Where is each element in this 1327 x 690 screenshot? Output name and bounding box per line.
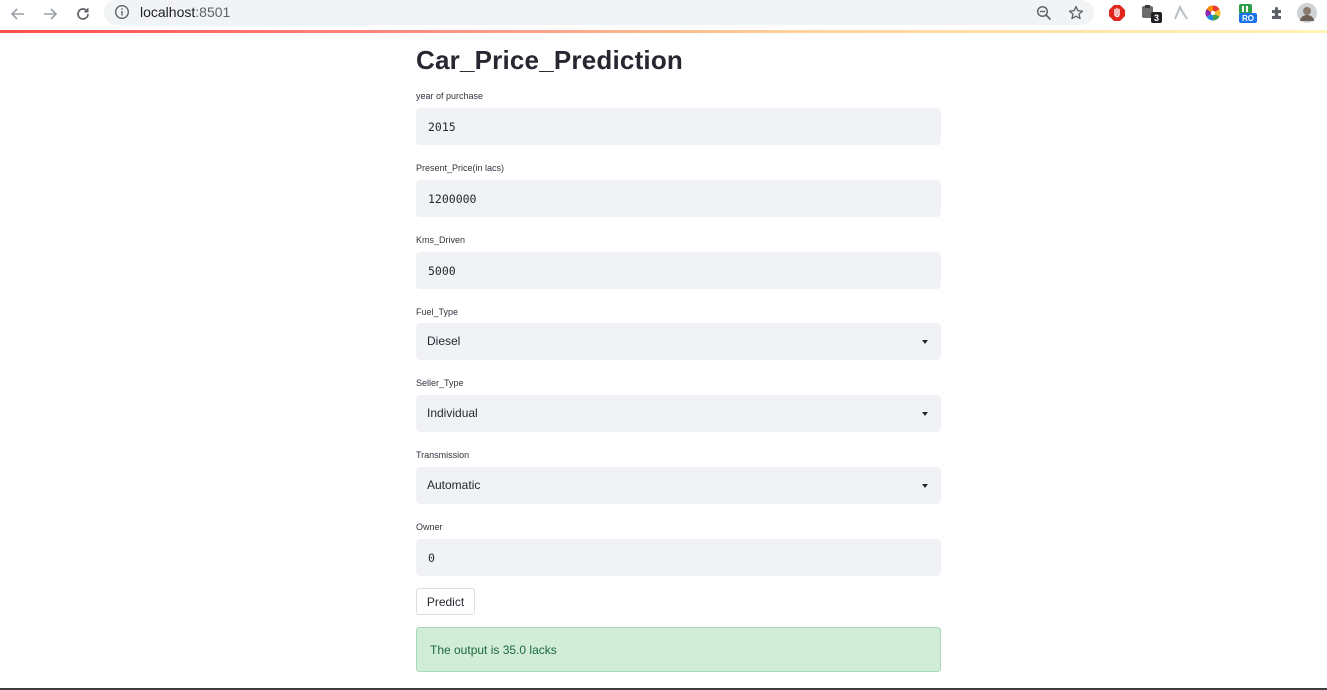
year-label: year of purchase bbox=[416, 91, 484, 101]
browser-toolbar: localhost:8501 3 RO bbox=[0, 0, 1327, 30]
present-price-value: 1200000 bbox=[428, 192, 477, 206]
address-bar[interactable]: localhost:8501 bbox=[104, 0, 1094, 25]
clipboard-extension-icon[interactable]: 3 bbox=[1139, 3, 1162, 23]
reload-icon[interactable] bbox=[72, 3, 94, 25]
owner-value: 0 bbox=[428, 551, 435, 565]
kms-driven-value: 5000 bbox=[428, 264, 456, 278]
chevron-down-icon bbox=[922, 484, 928, 488]
year-value: 2015 bbox=[428, 120, 456, 134]
chevron-down-icon bbox=[922, 340, 928, 344]
fuel-type-selected: Diesel bbox=[427, 334, 461, 348]
url-text[interactable]: localhost:8501 bbox=[140, 4, 230, 20]
adblock-extension-icon[interactable] bbox=[1107, 3, 1127, 23]
transmission-selected: Automatic bbox=[427, 478, 481, 492]
kms-driven-label: Kms_Driven bbox=[416, 235, 466, 245]
success-alert: The output is 35.0 lacks bbox=[416, 627, 941, 672]
output-message: The output is 35.0 lacks bbox=[430, 643, 557, 657]
chevron-down-icon bbox=[922, 412, 928, 416]
seller-type-select[interactable]: Individual bbox=[416, 395, 941, 432]
fuel-type-label: Fuel_Type bbox=[416, 307, 459, 317]
ro-badge: RO bbox=[1239, 13, 1257, 23]
present-price-label: Present_Price(in lacs) bbox=[416, 163, 505, 173]
app-top-decoration-bar bbox=[0, 30, 1327, 33]
bookmark-star-icon[interactable] bbox=[1066, 3, 1086, 23]
transmission-select[interactable]: Automatic bbox=[416, 467, 941, 504]
back-arrow-icon[interactable] bbox=[7, 3, 29, 25]
ro-extension-icon[interactable]: RO bbox=[1237, 3, 1257, 23]
present-price-input[interactable]: 1200000 bbox=[416, 180, 941, 217]
page-title: Car_Price_Prediction bbox=[416, 45, 684, 75]
url-port: :8501 bbox=[195, 4, 231, 20]
zoom-out-icon[interactable] bbox=[1034, 3, 1054, 23]
transmission-label: Transmission bbox=[416, 450, 470, 460]
kms-driven-input[interactable]: 5000 bbox=[416, 252, 941, 289]
year-input[interactable]: 2015 bbox=[416, 108, 941, 145]
seller-type-selected: Individual bbox=[427, 406, 478, 420]
owner-label: Owner bbox=[416, 522, 443, 532]
extension-badge: 3 bbox=[1151, 12, 1162, 23]
info-icon[interactable] bbox=[114, 4, 130, 20]
color-wheel-extension-icon[interactable] bbox=[1203, 3, 1223, 23]
predict-button[interactable]: Predict bbox=[416, 588, 475, 615]
url-host: localhost bbox=[140, 4, 196, 20]
profile-avatar[interactable] bbox=[1297, 3, 1317, 23]
puzzle-extensions-icon[interactable] bbox=[1267, 3, 1287, 23]
forward-arrow-icon[interactable] bbox=[39, 3, 61, 25]
ai-extension-icon[interactable] bbox=[1171, 3, 1191, 23]
fuel-type-select[interactable]: Diesel bbox=[416, 323, 941, 360]
owner-input[interactable]: 0 bbox=[416, 539, 941, 576]
seller-type-label: Seller_Type bbox=[416, 378, 464, 388]
